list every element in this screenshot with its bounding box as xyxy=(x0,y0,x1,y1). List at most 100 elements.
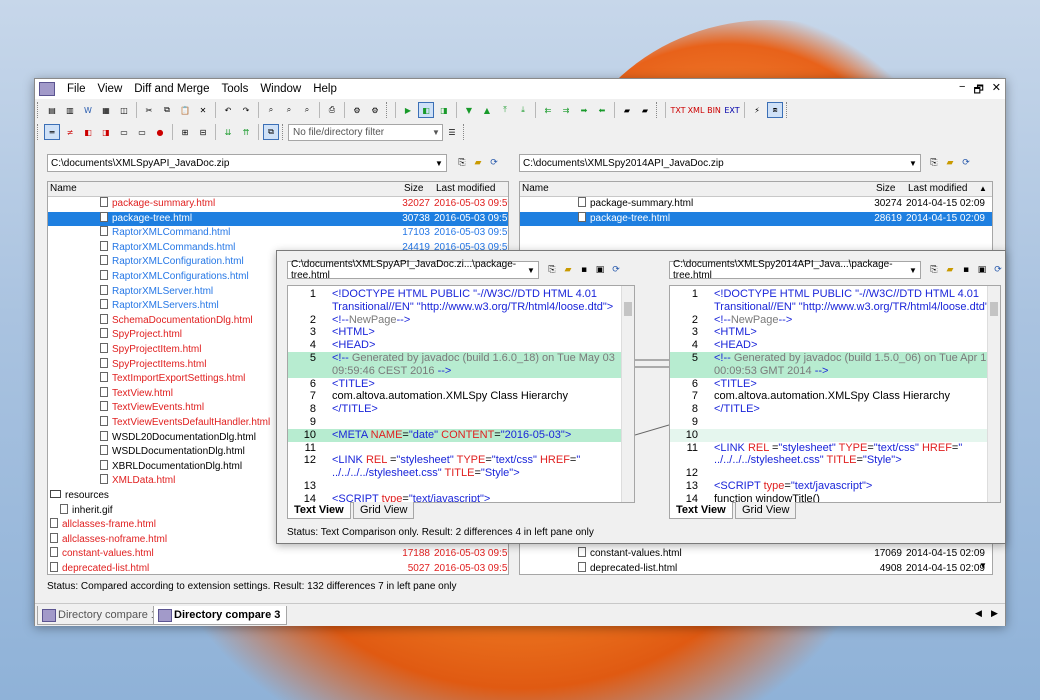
code-line[interactable]: 2 <!--NewPage--> xyxy=(670,314,1000,327)
find-icon[interactable]: ⌕ xyxy=(263,102,279,118)
merge-right-icon[interactable]: ⇉ xyxy=(558,102,574,118)
show-left-only-icon[interactable]: ◧ xyxy=(80,124,96,140)
code-line[interactable]: 7 com.altova.automation.XMLSpy Class Hier… xyxy=(288,390,634,403)
compare-db-icon[interactable]: ▦ xyxy=(98,102,114,118)
show-diff-icon[interactable]: ≠ xyxy=(62,124,78,140)
code-line[interactable]: 13 <SCRIPT type="text/javascript"> xyxy=(670,480,1000,493)
start-compare-icon[interactable]: ▶ xyxy=(400,102,416,118)
code-line[interactable]: 5 <!-- Generated by javadoc (build 1.6.0_… xyxy=(288,352,634,365)
last-diff-icon[interactable]: ⤓ xyxy=(515,102,531,118)
menu-help[interactable]: Help xyxy=(307,79,343,99)
refresh-icon[interactable]: ⟳ xyxy=(609,263,623,277)
show-equal-icon[interactable]: ═ xyxy=(44,124,60,140)
filter-toggle-icon[interactable]: ⧉ xyxy=(263,124,279,140)
collapse-icon[interactable]: ⊟ xyxy=(195,124,211,140)
cut-icon[interactable]: ✂ xyxy=(141,102,157,118)
toolbar-grip[interactable] xyxy=(386,102,390,118)
list-item[interactable]: package-tree.html 30738 2016-05-03 09:59 xyxy=(48,211,508,227)
code-line[interactable]: 3 <HTML> xyxy=(670,326,1000,339)
code-line[interactable]: 11 xyxy=(288,442,634,455)
save-as-icon[interactable]: ▣ xyxy=(593,263,607,277)
code-line[interactable]: 1 <!DOCTYPE HTML PUBLIC "-//W3C//DTD HTML… xyxy=(288,288,634,301)
column-name[interactable]: Name xyxy=(522,183,549,194)
scroll-up-icon[interactable]: ▲ xyxy=(979,184,987,193)
tab-text-view-right[interactable]: Text View xyxy=(669,502,733,519)
find-next-icon[interactable]: ⌕ xyxy=(281,102,297,118)
code-line[interactable]: 2 <!--NewPage--> xyxy=(288,314,634,327)
chevron-down-icon[interactable]: ▼ xyxy=(430,125,442,140)
tab-directory-compare-3[interactable]: Directory compare 3 xyxy=(153,606,288,625)
code-line[interactable]: 09:59:46 CEST 2016 --> xyxy=(288,364,634,378)
toolbar-grip[interactable] xyxy=(37,124,41,140)
code-line[interactable]: Transitional//EN" "http://www.w3.org/TR/… xyxy=(670,301,1000,314)
menu-file[interactable]: File xyxy=(61,79,92,99)
show-older-icon[interactable]: ▭ xyxy=(134,124,150,140)
filter-settings-icon[interactable]: ☰ xyxy=(444,124,460,140)
list-item[interactable]: constant-values.html 17188 2016-05-03 09:5… xyxy=(48,547,508,562)
chevron-down-icon[interactable]: ▼ xyxy=(907,263,919,277)
column-name[interactable]: Name xyxy=(50,183,77,194)
menu-tools[interactable]: Tools xyxy=(215,79,254,99)
browse-icon[interactable]: ⎘ xyxy=(455,156,469,170)
bin-mode-icon[interactable]: BIN xyxy=(706,102,722,118)
column-size[interactable]: Size xyxy=(404,183,423,194)
directory-filter-select[interactable]: No file/directory filter ▼ xyxy=(288,123,443,141)
code-line[interactable]: ../../../../stylesheet.css" TITLE="Style… xyxy=(288,467,634,480)
list-item[interactable]: constant-values.html 17069 2014-04-15 02:0… xyxy=(520,547,992,562)
list-item[interactable]: RaptorXMLCommand.html 17103 2016-05-03 09:… xyxy=(48,226,508,241)
code-line[interactable]: 9 xyxy=(670,416,1000,429)
settings-icon[interactable]: ⚙ xyxy=(367,102,383,118)
replace-icon[interactable]: ⌕ xyxy=(299,102,315,118)
merge-left-icon[interactable]: ⇇ xyxy=(540,102,556,118)
first-diff-icon[interactable]: ⤒ xyxy=(497,102,513,118)
chevron-down-icon[interactable]: ▼ xyxy=(525,263,537,277)
tab-grid-view-left[interactable]: Grid View xyxy=(353,502,415,519)
list-item[interactable]: package-summary.html 32027 2016-05-03 09:5… xyxy=(48,197,508,212)
code-line[interactable]: 00:09:53 GMT 2014 --> xyxy=(670,364,1000,378)
refresh-icon[interactable]: ⟳ xyxy=(991,263,1005,277)
refresh-icon[interactable]: ⟳ xyxy=(487,156,501,170)
code-line[interactable]: 11 <LINK REL ="stylesheet" TYPE="text/css… xyxy=(670,442,1000,455)
list-item[interactable]: deprecated-list.html 4908 2014-04-15 02:09 xyxy=(520,562,992,574)
left-directory-path[interactable]: C:\documents\XMLSpyAPI_JavaDoc.zip ▼ xyxy=(47,154,447,172)
menu-window[interactable]: Window xyxy=(254,79,307,99)
redo-icon[interactable]: ↷ xyxy=(238,102,254,118)
toolbar-grip[interactable] xyxy=(786,102,790,118)
delete-icon[interactable]: ✕ xyxy=(195,102,211,118)
code-line[interactable]: 3 <HTML> xyxy=(288,326,634,339)
txt-mode-icon[interactable]: TXT xyxy=(670,102,686,118)
compare-dirs-icon[interactable]: ▥ xyxy=(62,102,78,118)
prev-diff-icon[interactable]: ▲ xyxy=(479,102,495,118)
column-size[interactable]: Size xyxy=(876,183,895,194)
code-line[interactable]: 12 xyxy=(670,467,1000,480)
left-file-path[interactable]: C:\documents\XMLSpyAPI_JavaDoc.zi...\pac… xyxy=(287,259,539,281)
minimize-button[interactable]: − xyxy=(959,81,965,100)
column-modified[interactable]: Last modified xyxy=(908,183,967,194)
compare-word-icon[interactable]: W xyxy=(80,102,96,118)
list-item[interactable]: package-tree.html 28619 2014-04-15 02:09 xyxy=(520,211,992,227)
restore-button[interactable]: 🗗 xyxy=(973,81,983,100)
save-icon[interactable]: ▪ xyxy=(577,263,591,277)
open-folder-icon[interactable]: ▰ xyxy=(471,156,485,170)
code-line[interactable]: Transitional//EN" "http://www.w3.org/TR/… xyxy=(288,301,634,314)
scroll-down-icon[interactable]: ▼ xyxy=(979,561,987,570)
tab-directory-compare-1[interactable]: Directory compare 1 xyxy=(37,606,165,625)
copy-right-icon[interactable]: ➡ xyxy=(576,102,592,118)
toolbar-grip[interactable] xyxy=(463,124,467,140)
code-line[interactable]: 13 xyxy=(288,480,634,493)
right-text-pane[interactable]: 14 function windowTitle() 13 <SCRIPT type="… xyxy=(669,285,1001,503)
scroll-thumb[interactable] xyxy=(990,302,998,316)
xml-mode-icon[interactable]: XML xyxy=(688,102,705,118)
code-line[interactable]: 10 xyxy=(670,428,1000,442)
save-icon[interactable]: ▪ xyxy=(959,263,973,277)
menu-view[interactable]: View xyxy=(92,79,129,99)
column-modified[interactable]: Last modified xyxy=(436,183,495,194)
folder-sync-icon[interactable]: ▰ xyxy=(637,102,653,118)
tab-scroll-left-icon[interactable]: ◀ xyxy=(975,608,982,619)
folder-icon[interactable]: ▰ xyxy=(619,102,635,118)
side-by-side-icon[interactable]: ◧ xyxy=(418,102,434,118)
code-line[interactable]: 10 <META NAME="date" CONTENT="2016-05-03"… xyxy=(288,428,634,442)
open-folder-icon[interactable]: ▰ xyxy=(943,263,957,277)
toolbar-grip[interactable] xyxy=(37,102,41,118)
undo-icon[interactable]: ↶ xyxy=(220,102,236,118)
